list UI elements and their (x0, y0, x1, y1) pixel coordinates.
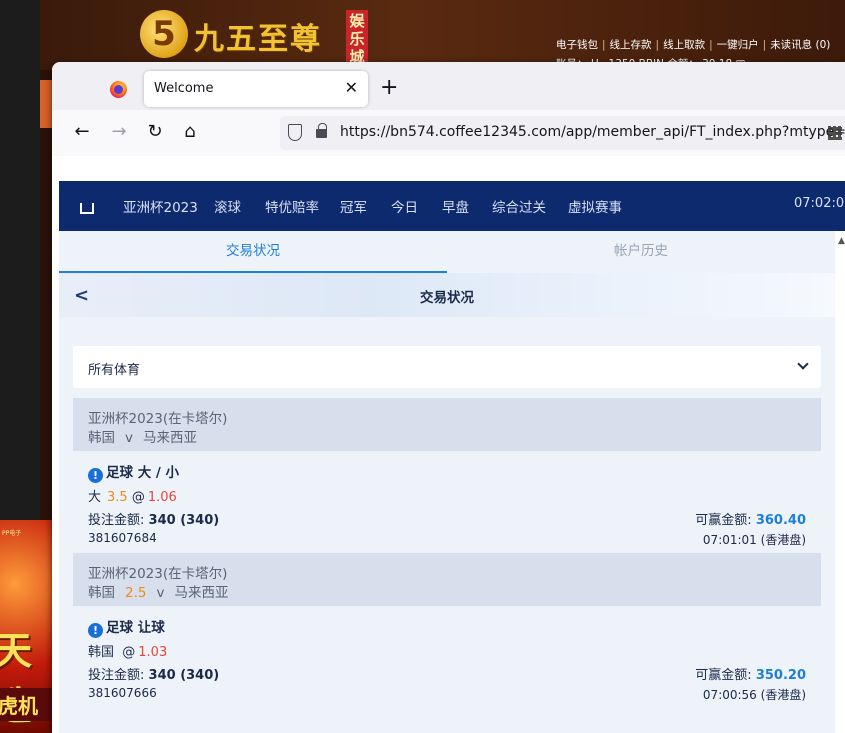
casino-logo-text: 九五至尊 (194, 22, 322, 57)
nav-item-virtual[interactable]: 虚拟赛事 (568, 196, 622, 216)
browser-window: Welcome ✕ + ← → ↻ ⌂ https://bn574.coffee… (52, 62, 845, 733)
bet-stake: 投注金额: 340 (340) (88, 509, 219, 528)
promo-tag: PP电子 (2, 530, 22, 537)
stake-amount: 340 (340) (148, 668, 220, 683)
bet-league: 亚洲杯2023(在卡塔尔) (88, 566, 228, 582)
chevron-down-icon[interactable] (797, 358, 809, 370)
bet-league: 亚洲杯2023(在卡塔尔) (88, 411, 228, 427)
win-label: 可赢金额: (695, 668, 752, 683)
new-tab-icon[interactable]: + (380, 77, 398, 99)
casino-topnav: 电子钱包 | 线上存款 | 线上取款 | 一键归户 | 未读讯息 (0) (556, 39, 831, 51)
topnav-withdraw[interactable]: 线上取款 (663, 39, 705, 51)
selection-at: @ (131, 490, 145, 505)
tab-account-history[interactable]: 帐户历史 (447, 231, 835, 273)
match-home: 韩国 (88, 585, 115, 601)
selection-odds: 1.06 (147, 490, 177, 505)
stake-label: 投注金额: (88, 668, 145, 683)
tab-trade-status[interactable]: 交易状况 (59, 231, 447, 273)
nav-clock: 07:02:01 (794, 196, 845, 211)
nav-item-live[interactable]: 滚球 (214, 196, 241, 216)
close-icon[interactable]: ✕ (345, 78, 358, 97)
selection-name: 大 (88, 490, 102, 505)
match-vs: v (156, 585, 165, 601)
selection-odds: 1.03 (138, 645, 168, 660)
browser-tab-title: Welcome (154, 81, 214, 96)
nav-item-asian-cup[interactable]: 亚洲杯2023 (123, 196, 198, 216)
bet-selection: 韩国 @1.03 (88, 641, 167, 660)
bet-ticket-id: 381607666 (88, 686, 157, 700)
bet-match: 韩国 2.5 v 马来西亚 (88, 581, 228, 601)
nav-item-parlay[interactable]: 综合过关 (492, 196, 546, 216)
topnav-wallet[interactable]: 电子钱包 (556, 39, 598, 51)
nav-item-early[interactable]: 早盘 (442, 196, 469, 216)
content-area: 交易状况 帐户历史 < 交易状况 所有体育 亚洲杯2023(在卡塔尔) 韩国 v 马… (59, 231, 835, 733)
shield-icon[interactable] (288, 124, 302, 141)
bet-type: ! 足球 让球 (88, 616, 165, 638)
bet-header: 亚洲杯2023(在卡塔尔) 韩国 2.5 v 马来西亚 (73, 553, 821, 606)
topnav-transfer[interactable]: 一键归户 (717, 39, 759, 51)
browser-tabbar: Welcome ✕ + (52, 62, 845, 110)
bet-win: 可赢金额: 360.40 (695, 509, 806, 528)
promo-banner[interactable]: PP电子 天选 虎机 (0, 520, 52, 733)
bet-win: 可赢金额: 350.20 (695, 664, 806, 683)
back-arrow-icon[interactable]: ← (70, 120, 94, 144)
alert-icon: ! (88, 468, 103, 483)
casino-logo-badge: 5 (140, 10, 188, 58)
nav-item-today[interactable]: 今日 (391, 196, 418, 216)
forward-arrow-icon[interactable]: → (107, 120, 131, 144)
firefox-icon[interactable] (110, 81, 127, 98)
win-amount: 360.40 (755, 513, 806, 528)
topnav-messages[interactable]: 未读讯息 (0) (770, 39, 830, 51)
selection-handicap: 3.5 (107, 490, 128, 505)
selection-name: 韩国 (88, 645, 115, 660)
match-away: 马来西亚 (143, 430, 197, 446)
background-orange-tab (40, 80, 52, 128)
browser-toolbar: ← → ↻ ⌂ https://bn574.coffee12345.com/ap… (52, 110, 845, 156)
lock-icon[interactable] (316, 123, 327, 138)
browser-tab-welcome[interactable]: Welcome ✕ (144, 71, 368, 107)
bet-selection: 大 3.5 @1.06 (88, 486, 177, 505)
stake-amount: 340 (340) (148, 513, 220, 528)
subheader-title: 交易状况 (420, 290, 474, 306)
status-tabs: 交易状况 帐户历史 (59, 231, 835, 273)
topnav-deposit[interactable]: 线上存款 (610, 39, 652, 51)
sport-filter-value: 所有体育 (88, 363, 141, 378)
bet-body: ! 足球 大 / 小 大 3.5 @1.06 投注金额: 340 (340) 可赢金… (73, 451, 821, 553)
bet-time: 07:00:56 (香港盘) (702, 688, 806, 702)
bet-match: 韩国 v 马来西亚 (88, 426, 197, 446)
sports-nav-bar: 亚洲杯2023 滚球 特优赔率 冠军 今日 早盘 综合过关 虚拟赛事 07:02… (59, 181, 845, 231)
bet-body: ! 足球 让球 韩国 @1.03 投注金额: 340 (340) 可赢金额: 35… (73, 606, 821, 708)
casino-logo-seal: 娱乐城 (346, 10, 368, 66)
match-home: 韩国 (88, 430, 115, 446)
bet-header: 亚洲杯2023(在卡塔尔) 韩国 v 马来西亚 (73, 398, 821, 451)
url-bar[interactable]: https://bn574.coffee12345.com/app/member… (280, 116, 845, 150)
bet-time: 07:01:01 (香港盘) (702, 533, 806, 547)
nav-item-special-odds[interactable]: 特优赔率 (265, 196, 319, 216)
bet-type-label: 足球 大 / 小 (106, 465, 180, 481)
web-page: 亚洲杯2023 滚球 特优赔率 冠军 今日 早盘 综合过关 虚拟赛事 07:02… (52, 156, 845, 733)
qr-code-icon[interactable] (828, 126, 842, 140)
sport-filter-select[interactable]: 所有体育 (73, 346, 821, 388)
win-label: 可赢金额: (695, 513, 752, 528)
home-icon[interactable]: ⌂ (178, 120, 202, 144)
url-text[interactable]: https://bn574.coffee12345.com/app/member… (340, 124, 845, 140)
win-amount: 350.20 (755, 668, 806, 683)
nav-home-icon[interactable] (77, 195, 97, 215)
reload-icon[interactable]: ↻ (143, 120, 167, 144)
selection-at: @ (122, 645, 136, 660)
stake-label: 投注金额: (88, 513, 145, 528)
scrollbar-up-arrow[interactable]: ▲ (838, 236, 845, 246)
match-vs: v (125, 430, 133, 446)
match-handicap: 2.5 (125, 585, 147, 601)
alert-icon: ! (88, 623, 103, 638)
promo-small-text: 虎机 (0, 688, 52, 721)
match-away: 马来西亚 (174, 585, 229, 601)
bet-type: ! 足球 大 / 小 (88, 461, 179, 483)
subheader: < 交易状况 (59, 273, 835, 317)
bet-ticket-id: 381607684 (88, 531, 157, 545)
bet-stake: 投注金额: 340 (340) (88, 664, 219, 683)
bet-type-label: 足球 让球 (106, 620, 165, 636)
nav-item-outright[interactable]: 冠军 (340, 196, 367, 216)
